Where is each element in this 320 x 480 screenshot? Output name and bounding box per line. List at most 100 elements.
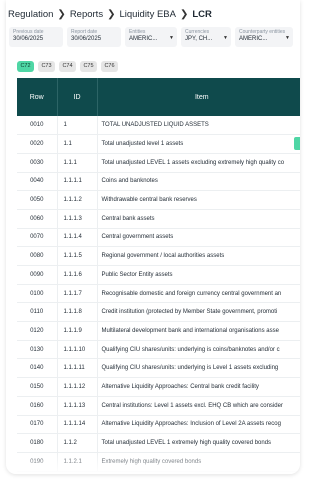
currencies-select[interactable]: Currencies JPY, CH... ▼ (181, 27, 231, 47)
table-row[interactable]: 0040 1.1.1.1 Coins and banknotes (17, 172, 300, 192)
row-item-cell: Alternative Liquidity Approaches: Inclus… (97, 415, 300, 435)
row-id-cell: 1.1.1.3 (56, 209, 98, 229)
table-row[interactable]: 0090 1.1.1.6 Public Sector Entity assets (17, 265, 300, 285)
table-row[interactable]: 0150 1.1.1.12 Alternative Liquidity Approa… (17, 377, 300, 397)
row-id-cell: 1.1.2.1 (56, 452, 98, 472)
lcr-table: Row ID Item 0010 1 TOTAL UNADJUSTED LIQUID… (17, 78, 300, 474)
table-row[interactable]: 0100 1.1.1.7 Recognisable domestic and for… (17, 284, 300, 304)
row-number-cell: 0150 (17, 377, 57, 397)
row-id-cell: 1.1.1.5 (56, 246, 98, 266)
row-number-cell: 0110 (17, 302, 57, 323)
table-row[interactable]: 0160 1.1.1.13 Central institutions: Level … (17, 396, 300, 416)
row-number-cell: 0020 (17, 134, 57, 154)
row-item-cell: Central institutions: Level 1 assets exc… (97, 396, 300, 416)
row-id-cell: 1.1.1.8 (56, 302, 98, 323)
row-item-cell: TOTAL UNADJUSTED LIQUID ASSETS (97, 116, 300, 136)
row-id-cell: 1.1.2 (56, 433, 98, 453)
tab-c74[interactable]: C74 (59, 61, 76, 72)
breadcrumb-liquidity-eba[interactable]: Liquidity EBA (119, 9, 176, 20)
counterparty-entities-select[interactable]: Counterparty entities AMERIC... ▼ (235, 27, 293, 47)
tab-c73[interactable]: C73 (38, 61, 55, 72)
row-number-cell: 0010 (17, 116, 57, 136)
table-row[interactable]: 0140 1.1.1.11 Qualifying CIU shares/units:… (17, 358, 300, 379)
row-id-cell: 1.1.1.11 (56, 358, 98, 379)
row-id-cell: 1.1 (56, 134, 98, 154)
row-id-cell: 1.1.1.12 (56, 377, 98, 397)
row-number-cell: 0140 (17, 358, 57, 379)
tab-c72[interactable]: C72 (17, 61, 34, 72)
row-item-cell: Extremely high quality covered bonds (97, 452, 300, 472)
table-row[interactable]: 0110 1.1.1.8 Credit institution (protected… (17, 302, 300, 323)
row-item-cell: Total unadjusted level 1 assets (97, 134, 300, 154)
previous-date-field[interactable]: Previous date 30/06/2025 (9, 27, 63, 47)
row-number-cell: 0040 (17, 172, 57, 192)
row-item-cell: Qualifying CIU shares/units: underlying … (97, 340, 300, 360)
table-row[interactable]: 0120 1.1.1.9 Multilateral development bank… (17, 321, 300, 341)
table-row[interactable]: 0050 1.1.1.2 Withdrawable central bank res… (17, 190, 300, 210)
filter-value: AMERIC... (129, 36, 158, 42)
table-row[interactable]: 0130 1.1.1.10 Qualifying CIU shares/units:… (17, 340, 300, 360)
row-item-cell: Credit institution (protected by Member … (97, 302, 300, 323)
row-item-cell: Qualifying CIU shares/units: underlying … (97, 358, 300, 379)
row-number-cell: 0100 (17, 284, 57, 304)
template-tabs: C72 C73 C74 C75 C76 (17, 61, 118, 72)
row-id-cell: 1.1.1.4 (56, 228, 98, 248)
row-number-cell: 0090 (17, 265, 57, 285)
row-number-cell: 0050 (17, 190, 57, 210)
table-row[interactable]: 0020 1.1 Total unadjusted level 1 assets (17, 134, 300, 154)
row-item-cell: Central government assets (97, 228, 300, 248)
breadcrumb-reports[interactable]: Reports (70, 9, 103, 20)
row-id-cell: 1.1.1.7 (56, 284, 98, 304)
breadcrumb: Regulation ❯ Reports ❯ Liquidity EBA ❯ L… (8, 6, 212, 22)
scroll-indicator[interactable] (294, 137, 300, 150)
tab-c75[interactable]: C75 (80, 61, 97, 72)
filter-value: JPY, CH... (185, 36, 213, 42)
row-number-cell: 0030 (17, 153, 57, 173)
row-id-cell: 1.1.1 (56, 153, 98, 173)
row-number-cell: 0180 (17, 433, 57, 453)
chevron-right-icon: ❯ (57, 8, 66, 20)
breadcrumb-current: LCR (192, 8, 212, 20)
table-row[interactable]: 0070 1.1.1.4 Central government assets (17, 228, 300, 248)
row-number-cell: 0120 (17, 321, 57, 341)
table-row[interactable]: 0060 1.1.1.3 Central bank assets (17, 209, 300, 229)
row-number-cell: 0190 (17, 452, 57, 472)
table-row[interactable]: 0190 1.1.2.1 Extremely high quality covere… (17, 452, 300, 472)
table-row[interactable]: 0030 1.1.1 Total unadjusted LEVEL 1 assets… (17, 153, 300, 173)
filter-bar: Previous date 30/06/2025 Report date 30/… (9, 27, 300, 47)
row-number-cell: 0130 (17, 340, 57, 360)
row-item-cell: Recognisable domestic and foreign curren… (97, 284, 300, 304)
row-number-cell: 0080 (17, 246, 57, 266)
table-row[interactable]: 0010 1 TOTAL UNADJUSTED LIQUID ASSETS (17, 116, 300, 136)
row-item-cell: Central bank assets (97, 209, 300, 229)
row-id-cell: 1 (56, 116, 98, 136)
report-date-field[interactable]: Report date 30/06/2025 (67, 27, 121, 47)
row-id-cell: 1.1.1.1 (56, 172, 98, 192)
table-row[interactable]: 0180 1.1.2 Total unadjusted LEVEL 1 extrem… (17, 433, 300, 453)
row-id-cell: 1.1.1.9 (56, 321, 98, 341)
row-id-cell: 1.1.1.10 (56, 340, 98, 360)
filter-value: 30/06/2025 (71, 36, 102, 42)
row-id-cell: 1.1.1.6 (56, 265, 98, 285)
row-item-cell: Total unadjusted LEVEL 1 assets excludin… (97, 153, 300, 173)
table-header-row: Row ID Item (17, 78, 300, 116)
table-row[interactable]: 0170 1.1.1.14 Alternative Liquidity Approa… (17, 415, 300, 435)
row-number-cell: 0060 (17, 209, 57, 229)
column-header-item[interactable]: Item (97, 78, 300, 116)
breadcrumb-regulation[interactable]: Regulation (8, 9, 53, 20)
report-panel: Regulation ❯ Reports ❯ Liquidity EBA ❯ L… (6, 0, 300, 474)
entities-select[interactable]: Entities AMERIC... ▼ (125, 27, 177, 47)
row-item-cell: Public Sector Entity assets (97, 265, 300, 285)
filter-value: 30/06/2025 (13, 36, 44, 42)
table-row[interactable]: 0080 1.1.1.5 Regional government / local a… (17, 246, 300, 266)
filter-value: AMERIC... (239, 36, 268, 42)
chevron-down-icon: ▼ (223, 35, 228, 41)
row-item-cell: Coins and banknotes (97, 172, 300, 192)
column-header-id[interactable]: ID (56, 78, 98, 116)
tab-c76[interactable]: C76 (101, 61, 118, 72)
row-number-cell: 0070 (17, 228, 57, 248)
row-item-cell: Total unadjusted LEVEL 1 extremely high … (97, 433, 300, 453)
row-id-cell: 1.1.1.13 (56, 396, 98, 416)
row-id-cell: 1.1.1.14 (56, 415, 98, 435)
column-header-row[interactable]: Row (17, 78, 57, 116)
